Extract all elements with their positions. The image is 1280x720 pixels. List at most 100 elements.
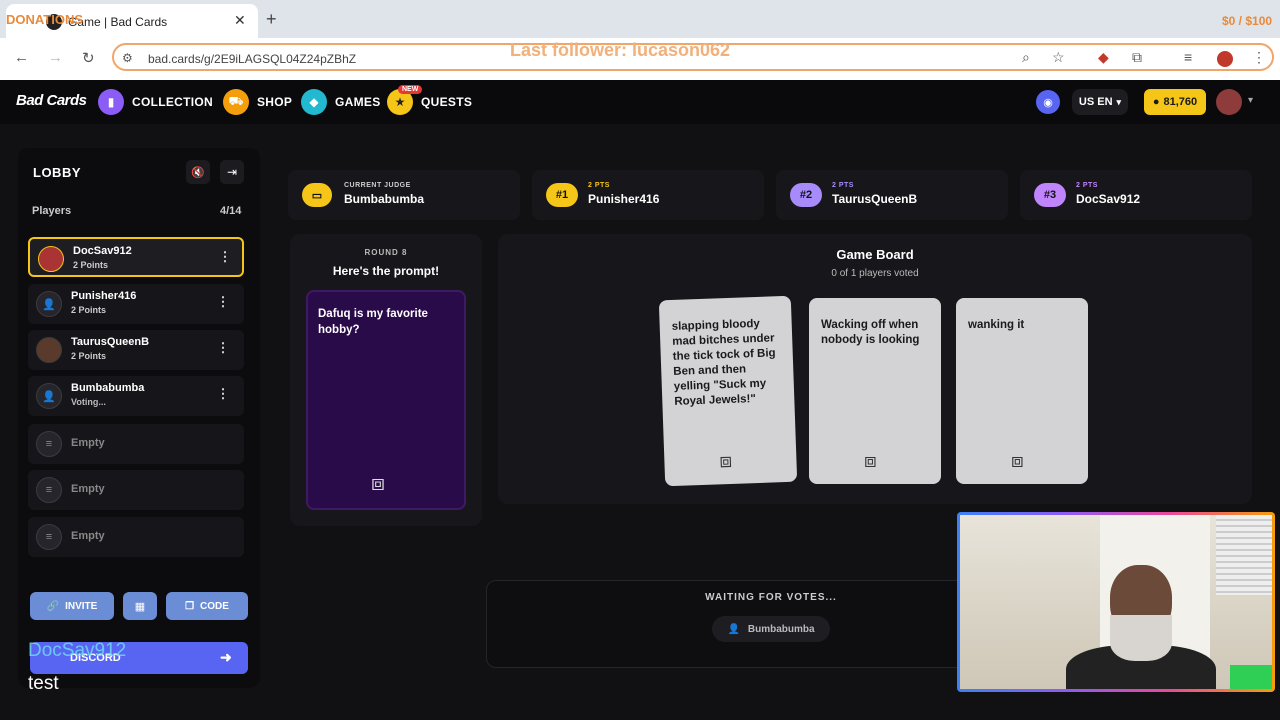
- judge-label: CURRENT JUDGE: [344, 182, 411, 189]
- overlay-donation-amount: $0 / $100: [1222, 14, 1273, 28]
- link-icon: 🔗: [46, 600, 60, 612]
- player-row[interactable]: TaurusQueenB 2 Points ⋮: [28, 330, 244, 370]
- empty-slot: ≡ Empty: [28, 470, 244, 510]
- extensions-puzzle-icon[interactable]: ⧉: [1132, 49, 1142, 66]
- forward-icon[interactable]: →: [48, 49, 63, 66]
- rank-card: #2 2 PTS TaurusQueenB: [776, 170, 1008, 220]
- answer-card[interactable]: slapping bloody mad bitches under the ti…: [658, 295, 798, 487]
- rank-name: TaurusQueenB: [832, 192, 918, 206]
- player-row[interactable]: 👤 Bumbabumba Voting... ⋮: [28, 376, 244, 416]
- qr-code-button[interactable]: ▦: [123, 592, 157, 620]
- player-name: Bumbabumba: [71, 382, 145, 394]
- player-status: Voting...: [71, 397, 106, 407]
- qr-code-icon: ▦: [134, 600, 146, 613]
- empty-slot-label: Empty: [71, 437, 105, 449]
- nav-shop[interactable]: ⛟ SHOP: [223, 89, 292, 115]
- extension-icon[interactable]: ◆: [1098, 49, 1109, 66]
- nav-collection[interactable]: ▮ COLLECTION: [98, 89, 213, 115]
- player-row[interactable]: DocSav912 2 Points ⋮: [28, 237, 244, 277]
- browser-profile-icon[interactable]: [1217, 51, 1233, 67]
- rank-points: 2 PTS: [1076, 182, 1098, 189]
- chevron-down-icon: ▾: [1116, 96, 1122, 107]
- webcam-object: [1230, 665, 1272, 689]
- rank-points: 2 PTS: [588, 182, 610, 189]
- user-menu-chevron-icon[interactable]: ▾: [1248, 95, 1253, 106]
- card-logo-icon: ⧈: [719, 449, 733, 473]
- empty-slot-icon: ≡: [36, 524, 62, 550]
- back-icon[interactable]: ←: [14, 49, 29, 66]
- card-logo-icon: ⧈: [864, 450, 877, 472]
- avatar[interactable]: [1216, 89, 1242, 115]
- prompt-text: Dafuq is my favorite hobby?: [318, 308, 428, 337]
- browser-tabbar: Game | Bad Cards ✕ + DONATIONS $0 / $100: [0, 0, 1280, 38]
- coin-amount: 81,760: [1163, 96, 1198, 108]
- player-points: 2 Points: [71, 351, 107, 361]
- avatar: [38, 246, 64, 272]
- site-info-icon[interactable]: ⚙: [122, 51, 133, 65]
- invite-button[interactable]: 🔗 INVITE: [30, 592, 114, 620]
- nav-games[interactable]: ◆ GAMES: [301, 89, 381, 115]
- collection-icon: ▮: [98, 89, 124, 115]
- answer-text: wanking it: [968, 319, 1025, 331]
- user-icon: 👤: [727, 623, 740, 635]
- board-vote-status: 0 of 1 players voted: [831, 268, 919, 279]
- mute-button[interactable]: 🔇: [186, 160, 210, 184]
- player-menu-icon[interactable]: ⋮: [216, 386, 230, 402]
- empty-slot-icon: ≡: [36, 477, 62, 503]
- player-row[interactable]: 👤 Punisher416 2 Points ⋮: [28, 284, 244, 324]
- site-logo[interactable]: Bad Cards: [16, 92, 87, 109]
- empty-slot: ≡ Empty: [28, 517, 244, 557]
- current-judge-card: ▭ CURRENT JUDGE Bumbabumba: [288, 170, 520, 220]
- answer-text: slapping bloody mad bitches under the ti…: [671, 317, 776, 408]
- zoom-icon[interactable]: ⌕: [1022, 49, 1030, 66]
- players-label: Players: [32, 205, 72, 217]
- player-menu-icon[interactable]: ⋮: [216, 340, 230, 356]
- reload-icon[interactable]: ↻: [82, 49, 95, 67]
- close-tab-icon[interactable]: ✕: [234, 12, 246, 29]
- waiting-player: 👤 Bumbabumba: [712, 616, 830, 642]
- coin-balance[interactable]: ● 81,760: [1144, 89, 1206, 115]
- card-logo-icon: ⧈: [1011, 450, 1024, 472]
- rank-points: 2 PTS: [832, 182, 854, 189]
- rank-card: #3 2 PTS DocSav912: [1020, 170, 1252, 220]
- player-menu-icon[interactable]: ⋮: [216, 294, 230, 310]
- empty-slot-label: Empty: [71, 530, 105, 542]
- language-selector[interactable]: US EN ▾: [1072, 89, 1128, 115]
- board-title: Game Board: [836, 247, 914, 262]
- url-text: bad.cards/g/2E9iLAGSQL04Z24pZBhZ: [148, 52, 357, 66]
- language-label: US EN: [1078, 96, 1113, 108]
- webcam-blinds: [1216, 515, 1272, 595]
- nav-games-label: GAMES: [335, 95, 381, 109]
- new-tab-button[interactable]: +: [266, 9, 277, 30]
- tab-search-icon[interactable]: ≡: [1184, 49, 1192, 65]
- discord-icon[interactable]: ◉: [1036, 90, 1060, 114]
- code-label: CODE: [200, 600, 229, 612]
- player-points: 2 Points: [71, 305, 107, 315]
- overlay-follower: Last follower: lucason062: [510, 40, 731, 60]
- user-icon: 👤: [36, 291, 62, 317]
- player-name: DocSav912: [73, 245, 132, 257]
- answer-text: Wacking off when nobody is looking: [821, 319, 920, 346]
- judge-name: Bumbabumba: [344, 192, 425, 206]
- leave-lobby-button[interactable]: ⇥: [220, 160, 244, 184]
- nav-shop-label: SHOP: [257, 95, 293, 109]
- avatar: [36, 337, 62, 363]
- empty-slot-icon: ≡: [36, 431, 62, 457]
- webcam-overlay: [957, 512, 1275, 692]
- bookmark-star-icon[interactable]: ☆: [1052, 49, 1065, 66]
- answer-card[interactable]: Wacking off when nobody is looking ⧈: [809, 298, 941, 484]
- copy-icon: ❐: [185, 600, 195, 612]
- webcam-feed: [960, 515, 1272, 689]
- empty-slot: ≡ Empty: [28, 424, 244, 464]
- rank-badge: #1: [546, 183, 578, 207]
- waiting-player-name: Bumbabumba: [747, 623, 815, 635]
- browser-menu-icon[interactable]: ⋮: [1252, 49, 1266, 66]
- answer-card[interactable]: wanking it ⧈: [956, 298, 1088, 484]
- copy-code-button[interactable]: ❐ CODE: [166, 592, 248, 620]
- lobby-title: LOBBY: [33, 165, 81, 180]
- player-name: Punisher416: [71, 290, 137, 302]
- exit-icon: ⇥: [226, 165, 238, 179]
- player-points: 2 Points: [73, 260, 109, 270]
- card-logo-icon: ⧈: [371, 470, 385, 495]
- player-menu-icon[interactable]: ⋮: [218, 249, 232, 265]
